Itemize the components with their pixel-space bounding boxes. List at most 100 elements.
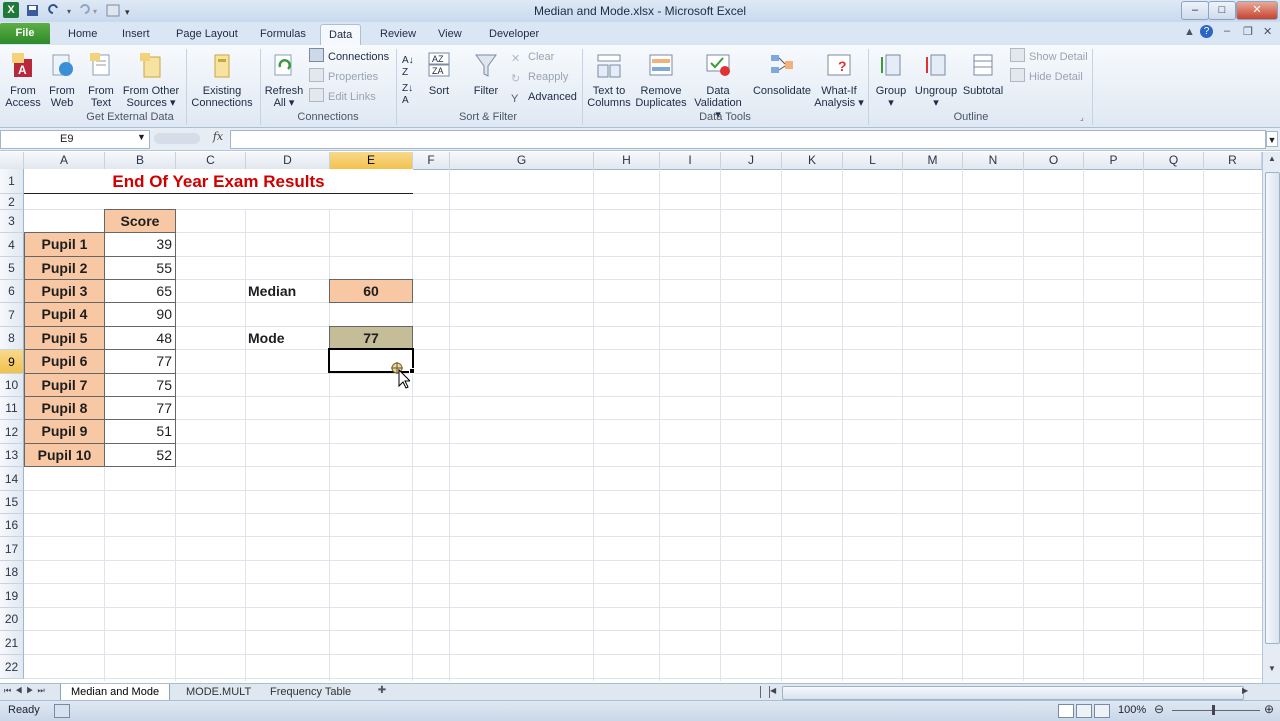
median-label[interactable]: Median — [246, 279, 329, 303]
tab-formulas[interactable]: Formulas — [252, 24, 314, 45]
row-header[interactable]: 12 — [0, 420, 24, 444]
chevron-down-icon[interactable]: ▼ — [137, 132, 146, 142]
column-header[interactable]: A — [24, 152, 105, 169]
zoom-out-icon[interactable]: ⊖ — [1154, 702, 1164, 716]
ungroup-button[interactable]: Ungroup ▾ — [912, 51, 960, 109]
sheet-tab[interactable]: MODE.MULT — [176, 684, 261, 700]
group-button[interactable]: Group ▾ — [872, 51, 910, 109]
tab-split-handle[interactable] — [760, 686, 770, 698]
column-header-selected[interactable]: E — [330, 152, 413, 169]
column-header[interactable]: P — [1084, 152, 1144, 169]
sheet-tab-active[interactable]: Median and Mode — [60, 684, 171, 701]
column-header[interactable]: N — [963, 152, 1024, 169]
hide-detail-button[interactable]: Hide Detail — [1010, 68, 1083, 86]
worksheet-grid[interactable]: End Of Year Exam Results Score Pupil 1 3… — [24, 169, 1262, 681]
scroll-down-icon[interactable]: ▼ — [1265, 664, 1279, 678]
what-if-analysis-button[interactable]: ? What-If Analysis ▾ — [814, 51, 864, 109]
row-header[interactable]: 20 — [0, 608, 24, 631]
formula-input[interactable] — [230, 130, 1266, 149]
score-header[interactable]: Score — [104, 209, 176, 233]
score-cell[interactable]: 77 — [104, 349, 176, 374]
column-header[interactable]: I — [660, 152, 721, 169]
page-layout-view-icon[interactable] — [1076, 704, 1092, 718]
from-web-button[interactable]: From Web — [44, 51, 80, 109]
doc-close-icon[interactable]: ✕ — [1263, 25, 1272, 38]
mode-value[interactable]: 77 — [329, 326, 413, 350]
scroll-up-icon[interactable]: ▲ — [1265, 154, 1279, 168]
show-detail-button[interactable]: Show Detail — [1010, 48, 1088, 66]
text-to-columns-button[interactable]: Text to Columns — [586, 51, 632, 109]
column-header[interactable]: L — [843, 152, 903, 169]
tab-developer[interactable]: Developer — [481, 24, 547, 45]
score-cell[interactable]: 75 — [104, 373, 176, 397]
column-header[interactable]: G — [450, 152, 594, 169]
insert-function-icon[interactable]: fx — [206, 130, 230, 147]
score-cell[interactable]: 39 — [104, 232, 176, 257]
row-header[interactable]: 21 — [0, 631, 24, 655]
column-header[interactable]: F — [413, 152, 450, 169]
pupil-name-cell[interactable]: Pupil 10 — [24, 443, 105, 467]
pupil-name-cell[interactable]: Pupil 2 — [24, 256, 105, 280]
row-header[interactable]: 4 — [0, 233, 24, 257]
scroll-right-icon[interactable]: ▶ — [1242, 686, 1252, 698]
pupil-name-cell[interactable]: Pupil 4 — [24, 302, 105, 327]
pupil-name-cell[interactable]: Pupil 7 — [24, 373, 105, 397]
doc-minimize-icon[interactable]: – — [1224, 25, 1230, 37]
column-header[interactable]: J — [721, 152, 782, 169]
from-text-button[interactable]: From Text — [82, 51, 120, 109]
tab-page-layout[interactable]: Page Layout — [168, 24, 246, 45]
row-header-selected[interactable]: 9 — [0, 350, 24, 374]
score-cell[interactable]: 65 — [104, 279, 176, 303]
scroll-left-icon[interactable]: ◀ — [770, 686, 780, 698]
tab-insert[interactable]: Insert — [114, 24, 158, 45]
tab-review[interactable]: Review — [372, 24, 424, 45]
reapply-button[interactable]: ↻ Reapply — [511, 68, 568, 86]
normal-view-icon[interactable] — [1058, 704, 1074, 718]
sheet-tab[interactable]: Frequency Table — [260, 684, 361, 700]
row-header[interactable]: 22 — [0, 655, 24, 679]
column-header[interactable]: O — [1024, 152, 1084, 169]
doc-restore-icon[interactable]: ❐ — [1243, 25, 1253, 38]
name-box[interactable]: E9 ▼ — [0, 130, 150, 149]
row-header[interactable]: 15 — [0, 491, 24, 514]
row-header[interactable]: 6 — [0, 280, 24, 303]
pupil-name-cell[interactable]: Pupil 6 — [24, 349, 105, 374]
zoom-slider-thumb[interactable] — [1212, 705, 1215, 715]
column-header[interactable]: B — [105, 152, 176, 169]
sort-za-icon[interactable]: Z↓ A — [402, 83, 413, 107]
subtotal-button[interactable]: Subtotal — [960, 51, 1006, 97]
row-header[interactable]: 16 — [0, 514, 24, 537]
row-header[interactable]: 1 — [0, 169, 24, 194]
mode-label[interactable]: Mode — [246, 326, 329, 350]
pupil-name-cell[interactable]: Pupil 9 — [24, 419, 105, 444]
remove-duplicates-button[interactable]: Remove Duplicates — [634, 51, 688, 109]
row-header[interactable]: 13 — [0, 444, 24, 467]
score-cell[interactable]: 77 — [104, 396, 176, 420]
edit-links-button[interactable]: Edit Links — [309, 88, 376, 106]
row-header[interactable]: 8 — [0, 327, 24, 350]
median-value[interactable]: 60 — [329, 279, 413, 303]
zoom-slider[interactable] — [1172, 710, 1260, 711]
tab-view[interactable]: View — [430, 24, 470, 45]
sheet-navigation-icon[interactable]: ⏮◀▶⏭ — [4, 686, 49, 696]
column-header[interactable]: K — [782, 152, 843, 169]
pupil-name-cell[interactable]: Pupil 8 — [24, 396, 105, 420]
help-icon[interactable]: ? — [1200, 25, 1213, 38]
row-header[interactable]: 11 — [0, 397, 24, 420]
vertical-scrollbar[interactable]: ▲ ▼ — [1262, 152, 1280, 683]
pupil-name-cell[interactable]: Pupil 3 — [24, 279, 105, 303]
ribbon-minimize-icon[interactable]: ▲ — [1184, 26, 1195, 38]
column-header[interactable]: D — [246, 152, 330, 169]
row-header[interactable]: 14 — [0, 467, 24, 491]
column-header[interactable]: Q — [1144, 152, 1204, 169]
clear-button[interactable]: ✕ Clear — [511, 48, 554, 66]
row-header[interactable]: 2 — [0, 194, 24, 210]
row-header[interactable]: 10 — [0, 374, 24, 397]
sort-button[interactable]: AZ ZA Sort — [424, 51, 454, 97]
row-header[interactable]: 17 — [0, 537, 24, 561]
row-header[interactable]: 7 — [0, 303, 24, 327]
macro-record-icon[interactable] — [54, 704, 70, 718]
minimize-button[interactable]: – — [1181, 1, 1209, 20]
horizontal-scroll-thumb[interactable] — [782, 686, 1244, 700]
existing-connections-button[interactable]: Existing Connections — [190, 51, 254, 109]
